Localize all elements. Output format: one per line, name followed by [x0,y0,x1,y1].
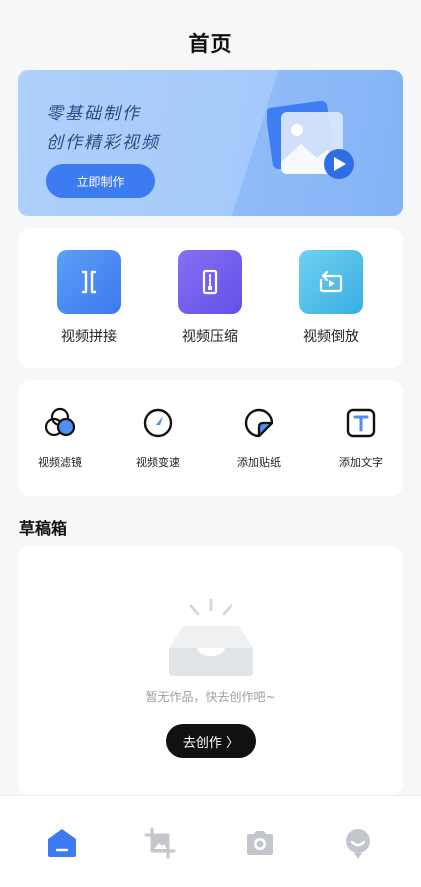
tool-video-speed[interactable]: 视频变速 [118,406,198,470]
tool-label: 视频拼接 [61,329,117,345]
camera-icon[interactable] [243,826,277,860]
go-create-button[interactable]: 去创作 〉 [166,724,256,758]
tool-add-sticker[interactable]: 添加贴纸 [219,406,299,470]
home-icon[interactable] [45,826,79,860]
speed-icon [143,408,173,438]
empty-state-text: 暂无作品，快去创作吧~ [145,690,276,704]
bottom-tab-bar [0,795,421,887]
tool-label: 视频压缩 [182,329,238,345]
banner-headline: 零基础制作 [46,104,141,124]
video-illustration-icon [267,100,354,179]
compress-icon [178,250,242,314]
empty-inbox-icon [169,598,253,676]
tool-video-compress[interactable]: 视频压缩 [165,250,255,346]
page-title: 首页 [188,32,233,56]
drafts-card: 暂无作品，快去创作吧~ 去创作 〉 [18,546,403,796]
text-icon [346,408,376,438]
secondary-tools-card: 视频滤镜 视频变速 添加贴纸 添加文字 [18,380,403,496]
tool-add-text[interactable]: 添加文字 [321,406,401,470]
sticker-icon [244,408,274,438]
tool-label: 视频滤镜 [38,456,82,469]
tool-label: 视频变速 [136,456,180,469]
merge-icon [57,250,121,314]
reverse-icon [299,250,363,314]
tool-label: 视频倒放 [303,329,359,345]
tool-label: 添加文字 [339,456,383,469]
tool-label: 添加贴纸 [237,456,281,469]
main-tools-card: 视频拼接 视频压缩 视频倒放 [18,228,403,368]
filter-icon [44,407,76,437]
tool-video-filter[interactable]: 视频滤镜 [20,406,100,470]
crop-icon[interactable] [143,826,177,860]
profile-icon[interactable] [341,826,375,860]
tool-video-merge[interactable]: 视频拼接 [44,250,134,346]
promo-banner[interactable]: 零基础制作 创作精彩视频 立即制作 [18,70,403,216]
banner-subheadline: 创作精彩视频 [46,133,160,153]
drafts-title: 草稿箱 [19,519,68,538]
start-create-button[interactable]: 立即制作 [46,164,155,198]
tool-video-reverse[interactable]: 视频倒放 [286,250,376,346]
